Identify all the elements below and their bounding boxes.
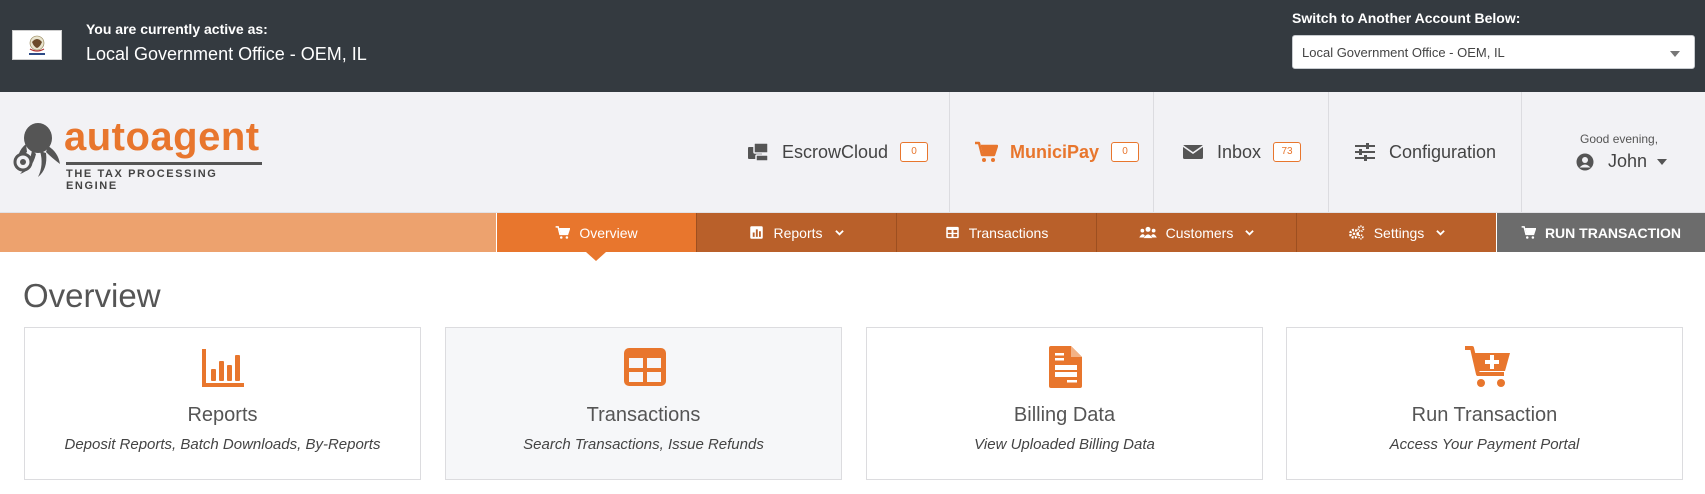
nav-municipay[interactable]: MuniciPay 0 [974,92,1140,212]
card-subtitle: View Uploaded Billing Data [974,436,1155,453]
run-transaction-card[interactable]: Run Transaction Access Your Payment Port… [1286,327,1683,480]
account-switch-value: Local Government Office - OEM, IL [1302,45,1505,60]
users-icon [1138,226,1157,239]
tab-settings[interactable]: Settings [1296,213,1496,252]
tab-overview[interactable]: Overview [496,213,696,261]
header-divider [1153,92,1154,212]
nav-inbox[interactable]: Inbox 73 [1181,92,1302,212]
user-menu[interactable]: John [1576,151,1668,172]
app-header: autoagent THE TAX PROCESSING ENGINE Escr… [0,92,1705,213]
tab-customers-label: Customers [1165,224,1234,241]
nav-municipay-label: MuniciPay [1010,141,1100,162]
reports-card[interactable]: Reports Deposit Reports, Batch Downloads… [24,327,421,480]
chevron-down-icon [834,230,844,236]
nav-escrowcloud-label: EscrowCloud [782,141,889,162]
card-title: Billing Data [1013,404,1116,426]
table-icon [624,348,666,386]
tab-reports-label: Reports [773,224,823,241]
card-title: Run Transaction [1411,404,1558,426]
run-transaction-button[interactable]: RUN TRANSACTION [1496,213,1705,252]
cogs-icon [1348,225,1365,240]
octopus-logo-icon [13,123,60,177]
tab-settings-label: Settings [1373,224,1425,241]
switch-account-label: Switch to Another Account Below: [1292,10,1521,26]
page-title: Overview [23,277,161,314]
bar-chart-icon [202,349,244,387]
inbox-count-badge: 73 [1273,142,1302,162]
active-account-name: Local Government Office - OEM, IL [86,44,367,64]
autoagent-logo[interactable]: autoagent THE TAX PROCESSING ENGINE [10,115,270,192]
brand-name: autoagent [64,115,260,159]
nav-escrowcloud[interactable]: EscrowCloud 0 [746,92,929,212]
billing-data-card[interactable]: Billing Data View Uploaded Billing Data [866,327,1263,480]
tab-reports[interactable]: Reports [696,213,896,252]
user-greeting: Good evening, John [1522,92,1705,212]
user-circle-icon [1576,153,1594,170]
sliders-icon [1355,143,1375,161]
cart-icon [975,141,998,162]
bar-chart-icon [750,226,764,239]
account-switch-select[interactable]: Local Government Office - OEM, IL [1292,35,1695,69]
account-bar: You are currently active as: Local Gover… [0,0,1705,92]
table-icon [945,226,959,239]
nav-configuration-label: Configuration [1389,141,1497,162]
tab-customers[interactable]: Customers [1096,213,1296,252]
header-divider [1328,92,1329,212]
chevron-down-icon [1245,230,1255,236]
card-title: Transactions [586,404,701,426]
transactions-card[interactable]: Transactions Search Transactions, Issue … [445,327,842,480]
file-icon [1049,346,1082,388]
chevron-down-icon [1657,158,1668,165]
run-transaction-label: RUN TRANSACTION [1544,224,1682,241]
envelope-icon [1182,145,1204,159]
chevron-down-icon [1436,230,1446,236]
card-subtitle: Access Your Payment Portal [1389,436,1580,453]
main-nav-bar: Overview Reports Transactions Customers … [0,213,1705,261]
card-subtitle: Deposit Reports, Batch Downloads, By-Rep… [64,436,381,453]
active-account-label: You are currently active as: [86,21,268,37]
brand-tagline: THE TAX PROCESSING ENGINE [66,168,218,192]
nav-configuration[interactable]: Configuration [1353,92,1496,212]
escrowcloud-count-badge: 0 [900,142,929,162]
escrow-icon [748,142,769,162]
card-subtitle: Search Transactions, Issue Refunds [523,436,764,453]
state-flag-icon [12,30,62,60]
tab-overview-label: Overview [579,224,638,241]
card-title: Reports [187,404,258,426]
greeting-text: Good evening, [1580,132,1659,146]
user-name: John [1608,151,1648,171]
cart-plus-icon [1465,346,1510,387]
cart-icon [555,226,571,239]
nav-inbox-label: Inbox [1217,141,1262,162]
tab-transactions-label: Transactions [968,224,1049,241]
chevron-down-icon [1670,51,1680,57]
logo-underline [66,162,262,165]
tab-transactions[interactable]: Transactions [896,213,1096,252]
cart-icon [1521,226,1536,239]
municipay-count-badge: 0 [1111,142,1140,162]
header-divider [949,92,950,212]
